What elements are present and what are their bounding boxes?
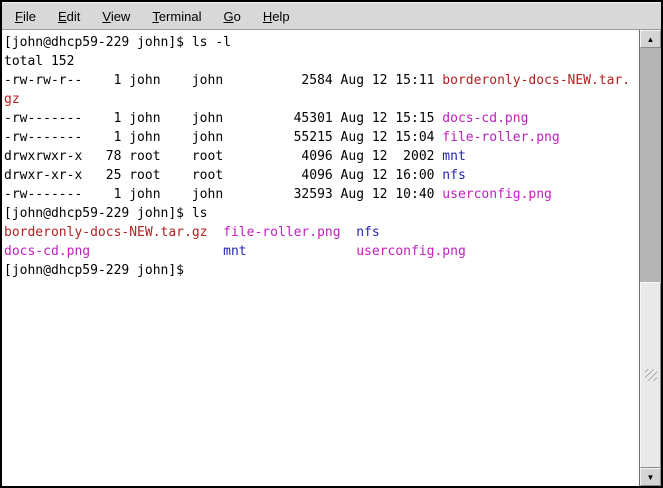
terminal-body: [john@dhcp59-229 john]$ ls -ltotal 152-r…	[2, 30, 661, 486]
terminal-line: -rw------- 1 john john 55215 Aug 12 15:0…	[4, 128, 639, 147]
terminal-line: -rw-rw-r-- 1 john john 2584 Aug 12 15:11…	[4, 71, 639, 90]
scrollbar-up-button[interactable]: ▲	[640, 30, 661, 48]
menu-item-terminal[interactable]: Terminal	[144, 4, 209, 29]
scrollbar-thumb[interactable]	[640, 282, 661, 468]
terminal-line: -rw------- 1 john john 45301 Aug 12 15:1…	[4, 109, 639, 128]
arrow-up-icon: ▲	[647, 35, 655, 44]
terminal-line: -rw------- 1 john john 32593 Aug 12 10:4…	[4, 185, 639, 204]
menu-item-view[interactable]: View	[94, 4, 138, 29]
terminal-line: borderonly-docs-NEW.tar.gz file-roller.p…	[4, 223, 639, 242]
arrow-down-icon: ▼	[647, 473, 655, 482]
terminal-screen[interactable]: [john@dhcp59-229 john]$ ls -ltotal 152-r…	[2, 30, 639, 486]
scrollbar-trough[interactable]	[640, 48, 661, 468]
terminal-line: drwxrwxr-x 78 root root 4096 Aug 12 2002…	[4, 147, 639, 166]
scrollbar-down-button[interactable]: ▼	[640, 468, 661, 486]
menu-item-go[interactable]: Go	[215, 4, 248, 29]
terminal-line: total 152	[4, 52, 639, 71]
terminal-line: [john@dhcp59-229 john]$	[4, 261, 639, 280]
menu-bar: FileEditViewTerminalGo Help	[2, 2, 661, 30]
terminal-window: FileEditViewTerminalGo Help [john@dhcp59-…	[0, 0, 663, 488]
scrollbar-grip-icon	[645, 369, 657, 381]
terminal-line: drwxr-xr-x 25 root root 4096 Aug 12 16:0…	[4, 166, 639, 185]
menu-item-file[interactable]: File	[7, 4, 44, 29]
menu-item-help[interactable]: Help	[255, 4, 298, 29]
scrollbar: ▲ ▼	[639, 30, 661, 486]
terminal-line: docs-cd.png mnt userconfig.png	[4, 242, 639, 261]
terminal-line: gz	[4, 90, 639, 109]
terminal-line: [john@dhcp59-229 john]$ ls -l	[4, 33, 639, 52]
terminal-line: [john@dhcp59-229 john]$ ls	[4, 204, 639, 223]
menu-item-edit[interactable]: Edit	[50, 4, 88, 29]
